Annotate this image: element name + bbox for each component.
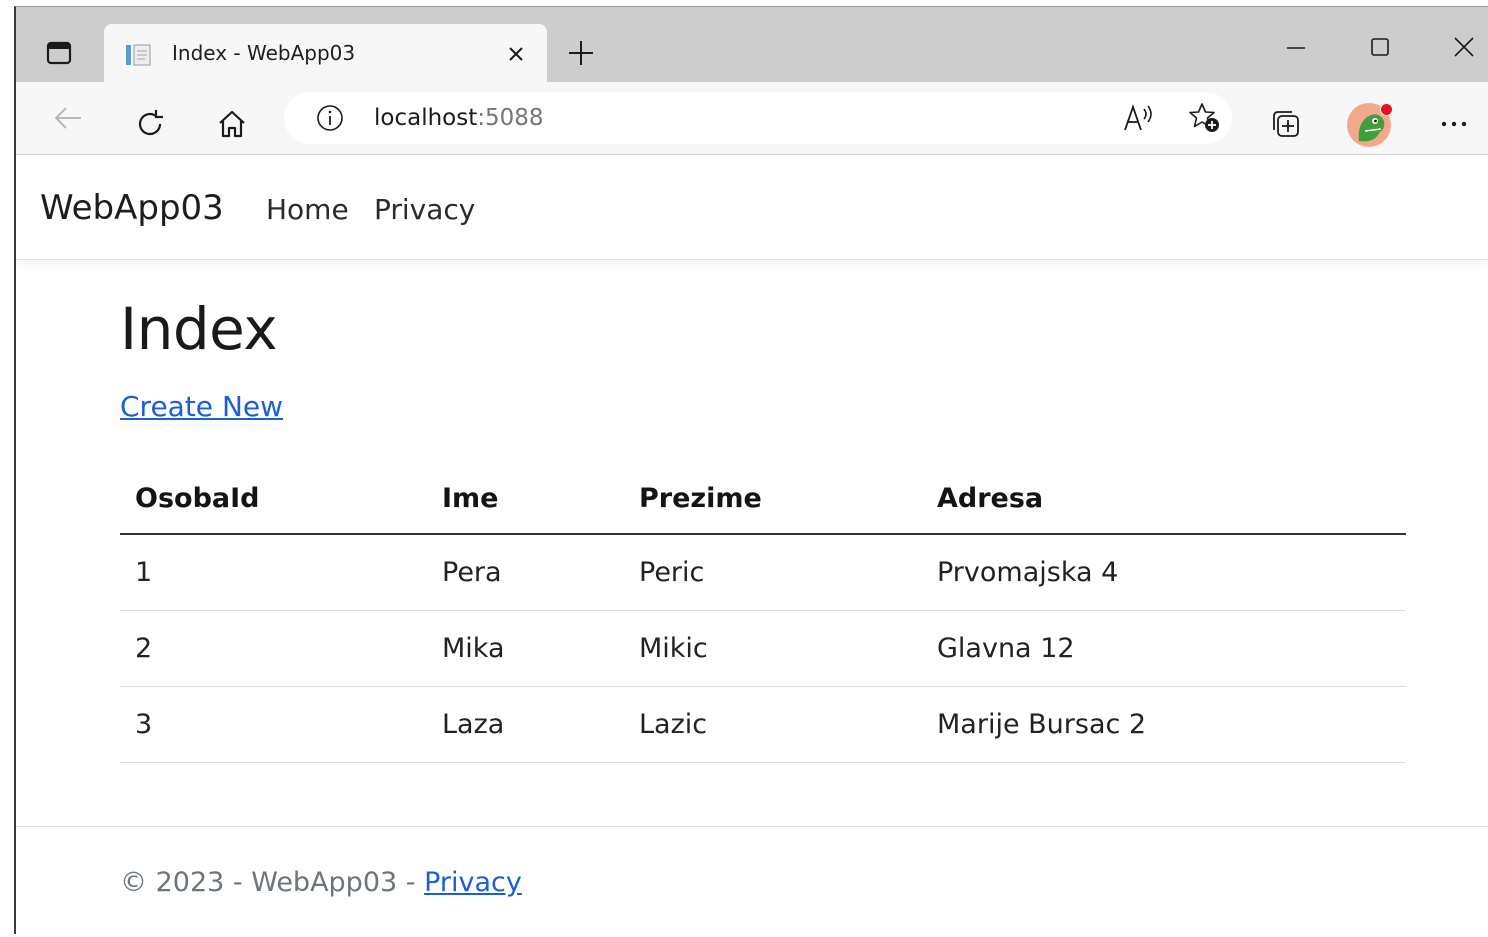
browser-window: Index - WebApp03 localhost:5088 WebApp03…: [14, 6, 1488, 934]
collections-icon[interactable]: [1268, 106, 1304, 142]
refresh-icon[interactable]: [132, 106, 168, 142]
plus-icon[interactable]: [564, 36, 598, 70]
brand-link[interactable]: WebApp03: [40, 188, 224, 228]
browser-toolbar: localhost:5088: [16, 82, 1488, 155]
avatar[interactable]: [1347, 103, 1393, 147]
cell-osobaid: 1: [120, 534, 427, 611]
page-icon: [124, 43, 154, 67]
column-header-adresa: Adresa: [922, 463, 1406, 535]
title-bar: Index - WebApp03: [16, 7, 1488, 82]
cell-adresa: Prvomajska 4: [922, 534, 1406, 611]
cell-ime: Pera: [427, 534, 624, 611]
info-icon[interactable]: [312, 100, 348, 136]
tab-title: Index - WebApp03: [172, 41, 356, 65]
cell-adresa: Marije Bursac 2: [922, 686, 1406, 763]
url-port: :5088: [477, 105, 544, 131]
maximize-icon[interactable]: [1360, 27, 1400, 67]
footer-privacy-link[interactable]: Privacy: [424, 867, 522, 898]
footer-text: © 2023 - WebApp03 - Privacy: [120, 867, 522, 898]
tab-active[interactable]: Index - WebApp03: [104, 24, 547, 82]
table-header-row: OsobaId Ime Prezime Adresa: [120, 463, 1406, 535]
arrow-left-icon[interactable]: [50, 100, 86, 136]
notification-badge: [1380, 103, 1393, 116]
cell-prezime: Lazic: [624, 686, 922, 763]
tab-actions-icon[interactable]: [46, 41, 72, 65]
cell-adresa: Glavna 12: [922, 610, 1406, 687]
star-add-icon[interactable]: [1187, 100, 1223, 136]
table-row: 3 Laza Lazic Marije Bursac 2: [120, 686, 1406, 763]
url-text[interactable]: localhost:5088: [374, 105, 544, 131]
table-row: 1 Pera Peric Prvomajska 4: [120, 534, 1406, 611]
ellipsis-icon[interactable]: [1436, 106, 1472, 142]
home-icon[interactable]: [214, 106, 250, 142]
minimize-icon[interactable]: [1276, 27, 1316, 67]
cell-prezime: Peric: [624, 534, 922, 611]
site-navbar: WebApp03 Home Privacy: [16, 155, 1488, 260]
cell-osobaid: 3: [120, 686, 427, 763]
close-icon[interactable]: [504, 42, 528, 66]
cell-osobaid: 2: [120, 610, 427, 687]
site-footer: © 2023 - WebApp03 - Privacy: [16, 826, 1488, 937]
create-new-link[interactable]: Create New: [120, 390, 283, 423]
column-header-prezime: Prezime: [624, 463, 922, 535]
cell-ime: Mika: [427, 610, 624, 687]
column-header-osobaid: OsobaId: [120, 463, 427, 535]
page-content: WebApp03 Home Privacy Index Create New O…: [16, 155, 1488, 934]
people-table: OsobaId Ime Prezime Adresa 1 Pera Peric …: [120, 463, 1406, 763]
column-header-ime: Ime: [427, 463, 624, 535]
cell-prezime: Mikic: [624, 610, 922, 687]
read-aloud-icon[interactable]: [1121, 100, 1157, 136]
nav-link-privacy[interactable]: Privacy: [374, 193, 475, 226]
footer-copyright: © 2023 - WebApp03 -: [120, 867, 425, 898]
cell-ime: Laza: [427, 686, 624, 763]
url-host: localhost: [374, 105, 478, 131]
table-row: 2 Mika Mikic Glavna 12: [120, 610, 1406, 687]
address-bar[interactable]: localhost:5088: [284, 92, 1232, 144]
page-title: Index: [120, 295, 278, 363]
close-icon[interactable]: [1444, 27, 1484, 67]
nav-link-home[interactable]: Home: [266, 193, 349, 226]
